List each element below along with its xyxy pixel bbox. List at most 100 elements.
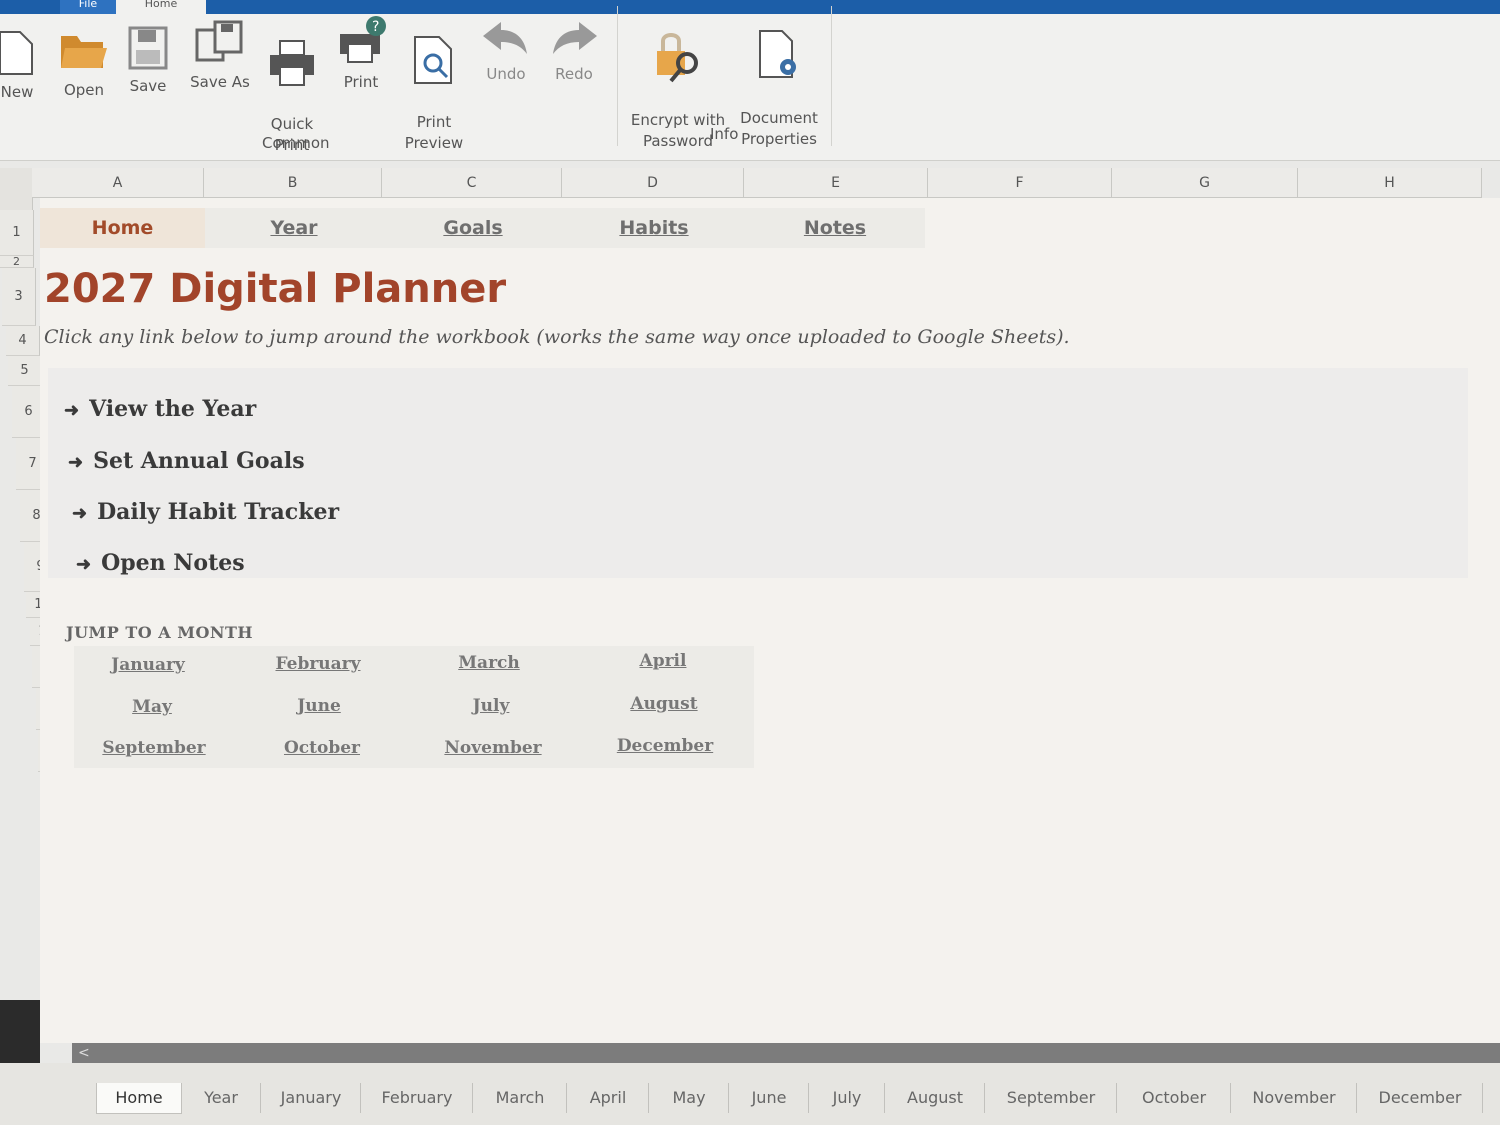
document-gear-icon xyxy=(759,30,796,78)
sheet-tab-bar: Home Year January February March April M… xyxy=(0,1063,1500,1125)
sheet-tab-june[interactable]: June xyxy=(730,1083,809,1113)
month-link-april[interactable]: April xyxy=(593,651,733,671)
group-label-info: Info xyxy=(710,125,739,143)
quick-link-set-goals[interactable]: ➜ Set Annual Goals xyxy=(68,448,305,474)
arrow-right-icon: ➜ xyxy=(68,452,84,473)
quick-link-label: Set Annual Goals xyxy=(93,448,305,474)
sheet-tab-november[interactable]: November xyxy=(1232,1083,1357,1113)
month-link-november[interactable]: November xyxy=(423,738,563,758)
printer-icon xyxy=(270,40,314,86)
new-label: New xyxy=(0,83,34,101)
sheet-tab-july[interactable]: July xyxy=(810,1083,885,1113)
row-header[interactable]: 3 xyxy=(2,268,36,326)
nav-link-year[interactable]: Year xyxy=(205,208,383,248)
arrow-right-icon: ➜ xyxy=(76,554,92,575)
print-preview-button[interactable]: Print Preview xyxy=(400,14,468,154)
save-as-icon xyxy=(195,20,243,62)
column-header-c[interactable]: C xyxy=(382,168,562,198)
month-link-february[interactable]: February xyxy=(248,654,388,674)
row-header[interactable]: 1 xyxy=(0,210,34,256)
sheet-tab-march[interactable]: March xyxy=(474,1083,567,1113)
tab-home[interactable]: Home xyxy=(116,0,206,14)
save-as-label: Save As xyxy=(190,73,250,91)
floppy-disk-icon xyxy=(128,26,168,70)
redo-button[interactable]: Redo xyxy=(546,18,602,85)
new-document-icon xyxy=(0,31,33,75)
sheet-tab-october[interactable]: October xyxy=(1118,1083,1231,1113)
undo-label: Undo xyxy=(486,65,526,83)
nav-link-notes[interactable]: Notes xyxy=(745,208,925,248)
row-header[interactable]: 2 xyxy=(0,256,34,268)
nav-link-goals[interactable]: Goals xyxy=(383,208,563,248)
column-header-d[interactable]: D xyxy=(562,168,744,198)
redo-arrow-icon xyxy=(553,22,597,54)
nav-link-habits[interactable]: Habits xyxy=(563,208,745,248)
sheet-tab-september[interactable]: September xyxy=(986,1083,1117,1113)
open-button[interactable]: Open xyxy=(56,28,112,101)
save-label: Save xyxy=(129,77,167,95)
lock-key-icon xyxy=(657,33,698,83)
month-link-may[interactable]: May xyxy=(82,697,222,717)
document-properties-label: Document Properties xyxy=(740,109,818,148)
sheet-tab-february[interactable]: February xyxy=(362,1083,473,1113)
quick-link-open-notes[interactable]: ➜ Open Notes xyxy=(76,550,245,576)
quick-link-habit-tracker[interactable]: ➜ Daily Habit Tracker xyxy=(72,499,339,525)
ribbon: File Home New Open Save Save As Quick Pr… xyxy=(0,0,1500,161)
select-all-corner[interactable] xyxy=(0,168,33,210)
month-link-december[interactable]: December xyxy=(595,736,735,756)
column-header-g[interactable]: G xyxy=(1112,168,1298,198)
tab-file[interactable]: File xyxy=(60,0,116,14)
sheet-tab-december[interactable]: December xyxy=(1358,1083,1483,1113)
row-header[interactable]: 5 xyxy=(8,356,42,386)
redo-label: Redo xyxy=(555,65,593,83)
print-button[interactable]: ? Print xyxy=(330,14,392,93)
month-link-july[interactable]: July xyxy=(421,696,561,716)
row-header[interactable]: 4 xyxy=(6,326,40,356)
save-as-button[interactable]: Save As xyxy=(186,20,254,93)
page-title: 2027 Digital Planner xyxy=(44,266,507,312)
new-button[interactable]: New xyxy=(0,28,34,103)
page-subtitle: Click any link below to jump around the … xyxy=(44,326,1070,348)
column-header-f[interactable]: F xyxy=(928,168,1112,198)
sheet-tab-january[interactable]: January xyxy=(262,1083,361,1113)
print-label: Print xyxy=(343,73,379,91)
month-link-january[interactable]: January xyxy=(78,655,218,675)
undo-button[interactable]: Undo xyxy=(478,18,534,85)
month-link-august[interactable]: August xyxy=(594,694,734,714)
month-link-march[interactable]: March xyxy=(419,653,559,673)
quick-link-label: Daily Habit Tracker xyxy=(97,499,340,525)
column-header-h[interactable]: H xyxy=(1298,168,1482,198)
document-properties-button[interactable]: Document Properties xyxy=(734,8,824,150)
open-label: Open xyxy=(63,81,105,99)
quick-link-label: View the Year xyxy=(89,396,257,422)
print-preview-label: Print Preview xyxy=(404,113,464,152)
sheet-tab-may[interactable]: May xyxy=(650,1083,729,1113)
nav-link-home[interactable]: Home xyxy=(40,208,205,248)
undo-arrow-icon xyxy=(483,22,527,54)
save-button[interactable]: Save xyxy=(122,26,174,97)
sheet-tab-year[interactable]: Year xyxy=(182,1083,261,1113)
folder-icon xyxy=(61,36,107,68)
column-header-b[interactable]: B xyxy=(204,168,382,198)
column-header-a[interactable]: A xyxy=(32,168,204,198)
month-link-october[interactable]: October xyxy=(252,738,392,758)
quick-link-view-year[interactable]: ➜ View the Year xyxy=(64,396,256,422)
group-separator xyxy=(831,6,832,146)
horizontal-scrollbar[interactable]: < xyxy=(72,1043,1500,1063)
print-preview-icon xyxy=(414,36,452,84)
printer-help-icon: ? xyxy=(340,16,386,63)
group-separator xyxy=(617,6,618,146)
month-link-september[interactable]: September xyxy=(84,738,224,758)
column-header-e[interactable]: E xyxy=(744,168,928,198)
scroll-left-icon[interactable]: < xyxy=(78,1043,90,1063)
month-link-june[interactable]: June xyxy=(249,696,389,716)
svg-text:?: ? xyxy=(372,19,379,35)
sheet-tab-april[interactable]: April xyxy=(568,1083,649,1113)
arrow-right-icon: ➜ xyxy=(72,503,88,524)
quick-link-label: Open Notes xyxy=(101,550,245,576)
arrow-right-icon: ➜ xyxy=(64,400,80,421)
sheet-tab-home[interactable]: Home xyxy=(96,1083,182,1114)
group-label-common: Common xyxy=(262,134,330,152)
month-section-header: JUMP TO A MONTH xyxy=(66,623,254,642)
sheet-tab-august[interactable]: August xyxy=(886,1083,985,1113)
